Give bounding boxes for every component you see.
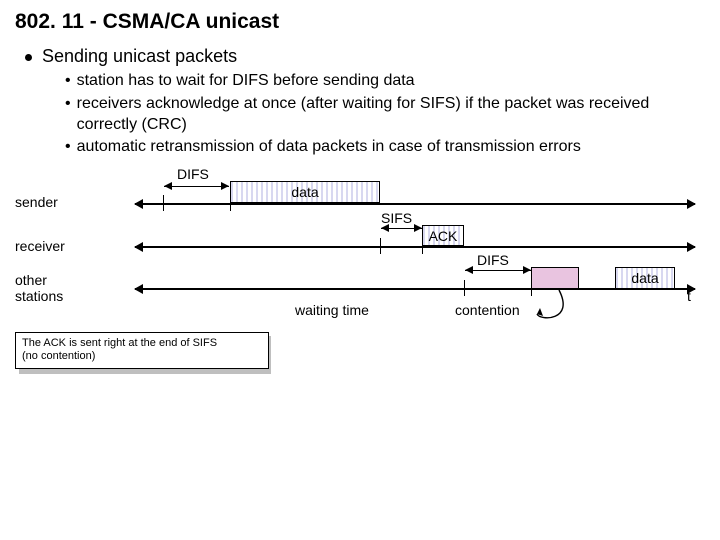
- data-label: data: [291, 184, 318, 200]
- sifs-label: SIFS: [381, 210, 412, 226]
- data-block-sender: data: [230, 181, 380, 203]
- difs-span: [164, 186, 229, 187]
- tick: [163, 195, 164, 211]
- contention-label: contention: [455, 302, 520, 318]
- sub-bullet: • automatic retransmission of data packe…: [65, 137, 705, 158]
- difs-span-other: [465, 270, 531, 271]
- note-box: The ACK is sent right at the end of SIFS…: [15, 332, 269, 368]
- ack-block: ACK: [422, 225, 464, 246]
- lane-label-sender: sender: [15, 194, 58, 210]
- t-axis-label: t: [687, 288, 691, 304]
- bullet-dot: •: [65, 137, 71, 158]
- sub-bullet-text: automatic retransmission of data packets…: [77, 137, 581, 158]
- waiting-time-label: waiting time: [295, 302, 369, 318]
- difs-label: DIFS: [177, 166, 209, 182]
- sub-bullet: • station has to wait for DIFS before se…: [65, 71, 705, 92]
- main-bullet: Sending unicast packets: [15, 46, 705, 67]
- timing-diagram: sender DIFS data receiver SIFS ACK other…: [15, 168, 705, 358]
- bullet-dot: •: [65, 94, 71, 115]
- main-bullet-text: Sending unicast packets: [42, 46, 237, 67]
- sifs-span: [381, 228, 422, 229]
- data-label: data: [631, 270, 658, 286]
- sub-bullet: • receivers acknowledge at once (after w…: [65, 94, 705, 136]
- sub-bullet-text: receivers acknowledge at once (after wai…: [77, 94, 705, 136]
- bullet-dot: •: [65, 71, 71, 92]
- tick: [464, 280, 465, 296]
- bullet-dot: [25, 54, 32, 61]
- sub-bullet-list: • station has to wait for DIFS before se…: [65, 71, 705, 158]
- difs2-label: DIFS: [477, 252, 509, 268]
- slide-title: 802. 11 - CSMA/CA unicast: [15, 10, 705, 34]
- contention-arrow-icon: [535, 286, 635, 326]
- timeline-sender: [135, 203, 695, 205]
- sub-bullet-text: station has to wait for DIFS before send…: [77, 71, 415, 92]
- ack-label: ACK: [429, 228, 458, 244]
- lane-label-other: other stations: [15, 272, 63, 304]
- tick: [380, 238, 381, 254]
- timeline-receiver: [135, 246, 695, 248]
- lane-label-receiver: receiver: [15, 238, 65, 254]
